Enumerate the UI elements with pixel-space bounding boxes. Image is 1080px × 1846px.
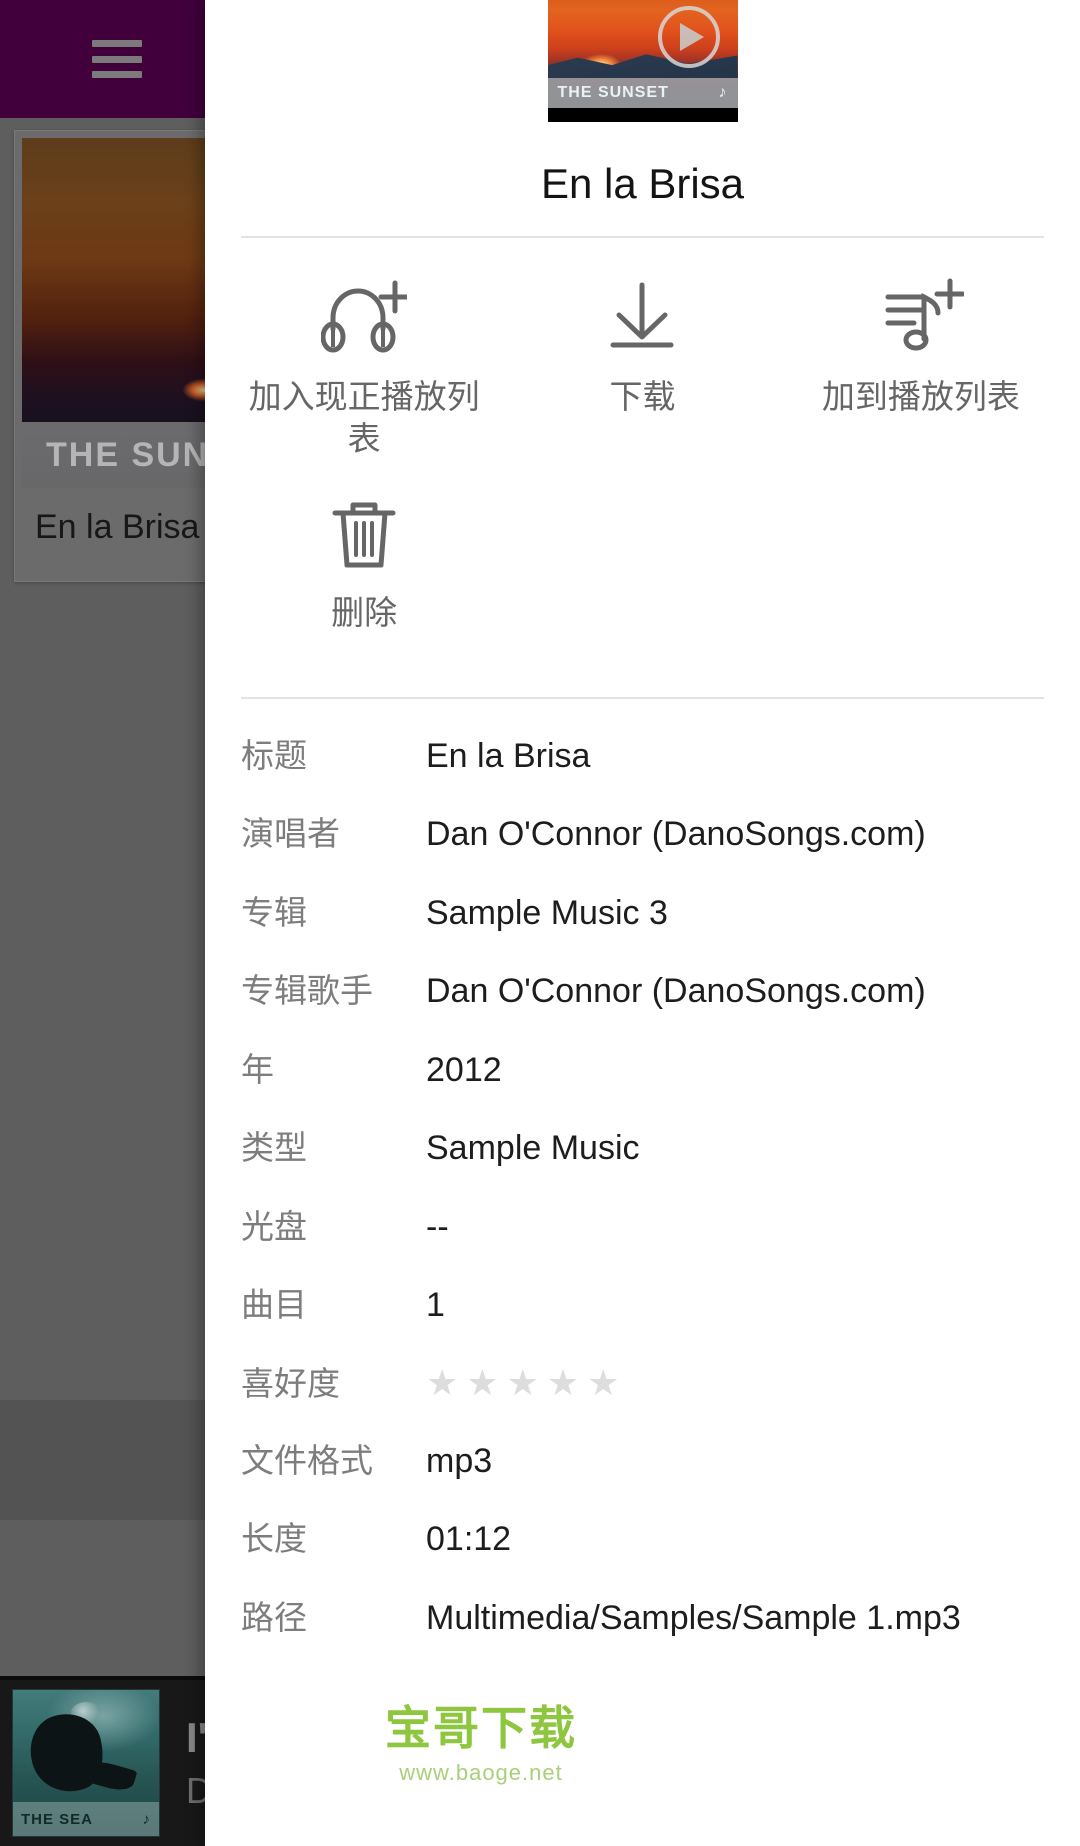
metadata-key: 年 [241, 1050, 274, 1088]
metadata-value: -- [426, 1207, 449, 1246]
metadata-key: 长度 [241, 1520, 307, 1558]
music-note-icon: ♪ [142, 1810, 151, 1828]
metadata-row: 专辑 Sample Music 3 [205, 892, 1080, 935]
music-note-icon: ♪ [718, 84, 728, 101]
action-label: 下载 [609, 378, 676, 415]
metadata-row-rating: 喜好度 ★ ★ ★ ★ ★ [205, 1363, 1080, 1404]
action-grid: 加入现正播放列表 下载 加到播放列表 删除 [205, 238, 1080, 675]
metadata-key: 喜好度 [241, 1364, 340, 1402]
song-card-title: En la Brisa [35, 508, 200, 546]
diver-silhouette [22, 1706, 112, 1800]
hamburger-icon[interactable] [92, 40, 142, 78]
star-icon[interactable]: ★ [547, 1364, 579, 1401]
headphones-plus-icon [321, 274, 408, 360]
metadata-value: 2012 [426, 1050, 502, 1089]
metadata-value: Dan O'Connor (DanoSongs.com) [426, 972, 926, 1011]
action-label: 加入现正播放列表 [248, 378, 480, 458]
mini-artwork-ribbon-label: THE SEA [21, 1810, 94, 1828]
metadata-list: 标题 En la Brisa 演唱者 Dan O'Connor (DanoSon… [205, 699, 1080, 1640]
metadata-key: 演唱者 [241, 815, 340, 853]
metadata-row: 长度 01:12 [205, 1518, 1080, 1561]
thumbnail-ribbon: THE SUNSET ♪ [547, 78, 738, 108]
download-arrow-icon [599, 274, 685, 360]
play-triangle [680, 23, 704, 51]
thumbnail-letterbox [547, 108, 738, 122]
metadata-row: 光盘 -- [205, 1206, 1080, 1249]
star-icon[interactable]: ★ [466, 1364, 498, 1401]
mini-artwork-ribbon: THE SEA ♪ [13, 1802, 159, 1836]
song-detail-dialog: THE SUNSET ♪ En la Brisa 加入现正播放列表 下载 加到播… [205, 0, 1080, 1846]
action-label: 加到播放列表 [821, 378, 1020, 415]
metadata-row: 标题 En la Brisa [205, 735, 1080, 778]
metadata-key: 类型 [241, 1129, 307, 1167]
dialog-header: THE SUNSET ♪ En la Brisa [205, 0, 1080, 208]
metadata-row: 演唱者 Dan O'Connor (DanoSongs.com) [205, 813, 1080, 856]
metadata-row: 曲目 1 [205, 1284, 1080, 1327]
action-label: 删除 [331, 594, 398, 632]
dialog-thumbnail[interactable]: THE SUNSET ♪ [547, 0, 738, 122]
metadata-value: Dan O'Connor (DanoSongs.com) [426, 815, 926, 854]
metadata-row: 类型 Sample Music [205, 1127, 1080, 1170]
metadata-key: 路径 [241, 1598, 307, 1636]
metadata-key: 光盘 [241, 1207, 307, 1245]
metadata-value: 01:12 [426, 1520, 512, 1559]
dialog-title: En la Brisa [540, 160, 745, 207]
action-delete[interactable]: 删除 [225, 490, 503, 634]
star-icon[interactable]: ★ [507, 1364, 539, 1401]
diver-fin [82, 1757, 138, 1795]
metadata-row: 年 2012 [205, 1049, 1080, 1092]
metadata-value: 1 [426, 1286, 445, 1325]
play-icon[interactable] [657, 6, 720, 68]
mini-player-artwork: THE SEA ♪ [12, 1689, 160, 1837]
metadata-row: 文件格式 mp3 [205, 1440, 1080, 1483]
action-add-to-playlist[interactable]: 加到播放列表 [782, 274, 1060, 460]
metadata-key: 文件格式 [241, 1441, 373, 1479]
star-icon[interactable]: ★ [587, 1364, 619, 1401]
metadata-key: 标题 [241, 736, 307, 774]
playlist-add-icon [878, 274, 964, 360]
thumbnail-ribbon-label: THE SUNSET [557, 84, 669, 101]
metadata-value: ★ ★ ★ ★ ★ [426, 1363, 1044, 1401]
metadata-key: 曲目 [241, 1286, 307, 1324]
action-download[interactable]: 下载 [503, 274, 781, 460]
metadata-value: Multimedia/Samples/Sample 1.mp3 [426, 1598, 961, 1637]
metadata-value: Sample Music [426, 1129, 640, 1168]
action-add-to-now-playing[interactable]: 加入现正播放列表 [225, 274, 503, 460]
metadata-key: 专辑 [241, 893, 307, 931]
metadata-key: 专辑歌手 [241, 972, 373, 1010]
rating-stars[interactable]: ★ ★ ★ ★ ★ [426, 1364, 1044, 1401]
trash-icon [321, 490, 407, 576]
metadata-value: En la Brisa [426, 736, 591, 775]
metadata-row: 路径 Multimedia/Samples/Sample 1.mp3 [205, 1597, 1080, 1640]
metadata-value: mp3 [426, 1441, 493, 1480]
metadata-value: Sample Music 3 [426, 893, 668, 932]
metadata-row: 专辑歌手 Dan O'Connor (DanoSongs.com) [205, 970, 1080, 1013]
star-icon[interactable]: ★ [426, 1364, 458, 1401]
screen: 歌曲 THE SUNSET En la Brisa THE SEA ♪ [0, 0, 1080, 1846]
